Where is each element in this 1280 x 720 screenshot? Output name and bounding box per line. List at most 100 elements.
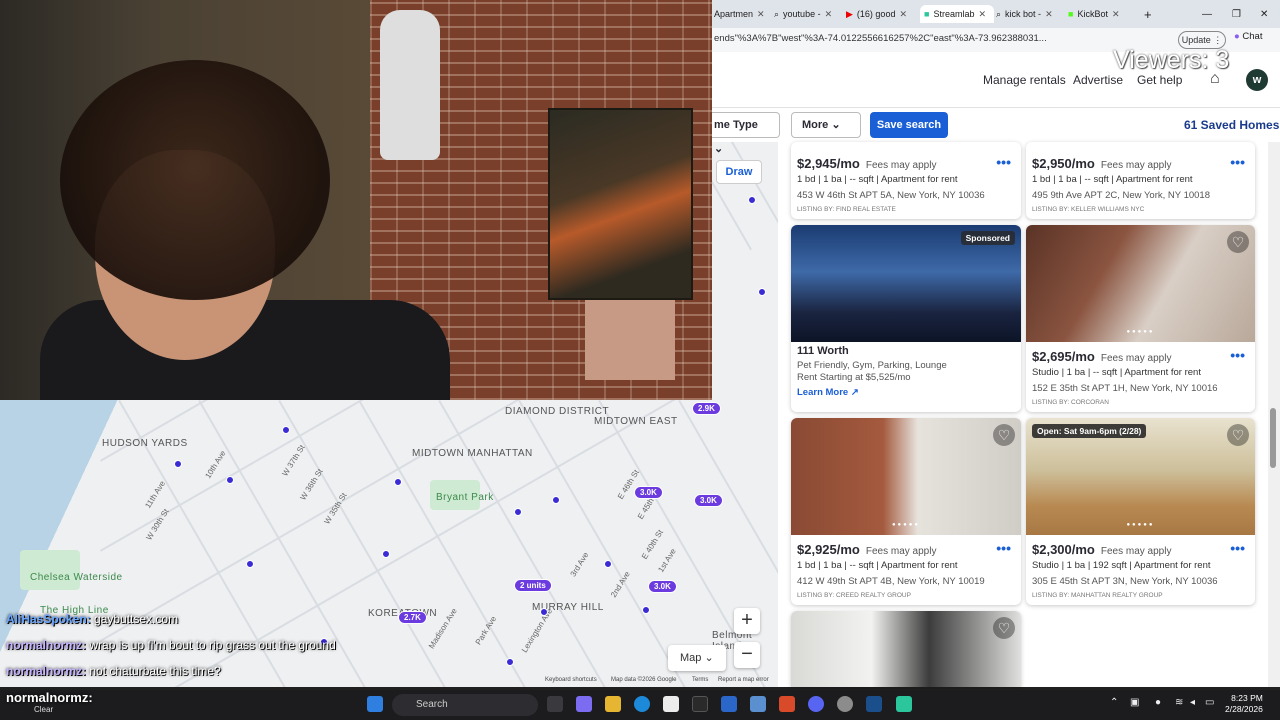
listing-card[interactable]: ♡ bbox=[791, 611, 1021, 687]
learn-more-link[interactable]: Learn More ↗ bbox=[797, 387, 859, 398]
listing-card[interactable]: ♡ ●●●●● $2,695/mo Fees may apply ••• Stud… bbox=[1026, 225, 1255, 412]
close-icon[interactable]: ✕ bbox=[825, 9, 833, 20]
terms-link[interactable]: Terms bbox=[692, 677, 708, 683]
map-pin[interactable] bbox=[174, 460, 182, 468]
maximize-icon[interactable]: ❐ bbox=[1232, 5, 1241, 23]
heart-icon[interactable]: ♡ bbox=[1227, 231, 1249, 253]
browser-tab[interactable]: ⌕ kick bot - ✕ bbox=[996, 5, 1062, 23]
map-pin[interactable] bbox=[642, 606, 650, 614]
saved-homes-link[interactable]: 61 Saved Homes bbox=[1184, 118, 1279, 132]
scrollbar-thumb[interactable] bbox=[1270, 408, 1276, 468]
app-icon[interactable] bbox=[750, 696, 766, 712]
close-icon[interactable]: ✕ bbox=[1045, 9, 1053, 20]
url-text[interactable]: ends"%3A%7B"west"%3A-74.0122556616257%2C… bbox=[714, 33, 1047, 44]
browser-tab-bar: Apartmen ✕ ⌕ youtube - ✕ ▶ (16) good ✕ ■ Strea… bbox=[712, 0, 1280, 28]
keyboard-shortcuts-link[interactable]: Keyboard shortcuts bbox=[545, 677, 597, 683]
listing-card[interactable]: ♡ ●●●●● $2,925/mo Fees may apply ••• 1 bd… bbox=[791, 418, 1021, 605]
map-pin[interactable] bbox=[552, 496, 560, 504]
listing-card[interactable]: Open: Sat 9am-6pm (2/28) ♡ ●●●●● $2,300/… bbox=[1026, 418, 1255, 605]
clock[interactable]: 8:23 PM 2/28/2026 bbox=[1225, 693, 1263, 715]
store-icon[interactable] bbox=[663, 696, 679, 712]
map-pin[interactable] bbox=[382, 550, 390, 558]
browser-tab-active[interactable]: ■ Streamlab ✕ bbox=[920, 5, 994, 23]
avatar[interactable]: w bbox=[1246, 69, 1268, 91]
nav-manage-rentals[interactable]: Manage rentals bbox=[983, 73, 1066, 87]
browser-tab[interactable]: Apartmen ✕ bbox=[714, 5, 782, 23]
listing-address[interactable]: 495 9th Ave APT 2C, New York, NY 10018 bbox=[1032, 190, 1210, 201]
listing-fee: Fees may apply bbox=[865, 160, 937, 171]
start-icon[interactable] bbox=[367, 696, 383, 712]
discord-icon[interactable] bbox=[808, 696, 824, 712]
heart-icon[interactable]: ♡ bbox=[993, 617, 1015, 639]
map-pin[interactable] bbox=[282, 426, 290, 434]
map-price-badge[interactable]: 3.0K bbox=[694, 494, 723, 507]
nav-advertise[interactable]: Advertise bbox=[1073, 73, 1123, 87]
more-options-icon[interactable]: ••• bbox=[1230, 154, 1245, 170]
tray-icon[interactable]: ▣ bbox=[1130, 697, 1139, 708]
sponsored-card[interactable]: Sponsored 111 Worth Pet Friendly, Gym, P… bbox=[791, 225, 1021, 412]
more-options-icon[interactable]: ••• bbox=[996, 154, 1011, 170]
new-tab-button[interactable]: + bbox=[1144, 5, 1152, 23]
settings-icon[interactable] bbox=[837, 696, 853, 712]
listing-address[interactable]: 152 E 35th St APT 1H, New York, NY 10016 bbox=[1032, 383, 1218, 394]
chevron-down-icon: ⌄ bbox=[704, 652, 714, 664]
report-map-error-link[interactable]: Report a map error bbox=[718, 677, 769, 683]
close-icon[interactable]: ✕ bbox=[899, 9, 907, 20]
map-pin[interactable] bbox=[514, 508, 522, 516]
listing-address[interactable]: 453 W 46th St APT 5A, New York, NY 10036 bbox=[797, 190, 985, 201]
map-pin[interactable] bbox=[246, 560, 254, 568]
heart-icon[interactable]: ♡ bbox=[993, 424, 1015, 446]
wifi-icon[interactable]: ≋ bbox=[1175, 697, 1183, 708]
map-pin[interactable] bbox=[540, 608, 548, 616]
browser-tab[interactable]: ■ KickBot ✕ bbox=[1068, 5, 1132, 23]
listing-card[interactable]: $2,945/mo Fees may apply ••• 1 bd | 1 ba … bbox=[791, 142, 1021, 219]
draw-button[interactable]: Draw bbox=[716, 160, 762, 184]
window-close-icon[interactable]: ✕ bbox=[1260, 5, 1268, 23]
streamlabs-icon[interactable] bbox=[896, 696, 912, 712]
obs-icon[interactable] bbox=[692, 696, 708, 712]
more-filter[interactable]: More ⌄ bbox=[791, 112, 861, 138]
browser-tab[interactable]: ▶ (16) good ✕ bbox=[846, 5, 916, 23]
save-search-button[interactable]: Save search bbox=[870, 112, 948, 138]
close-icon[interactable]: ✕ bbox=[757, 9, 765, 20]
app-icon[interactable] bbox=[779, 696, 795, 712]
listing-card[interactable]: $2,950/mo Fees may apply ••• 1 bd | 1 ba … bbox=[1026, 142, 1255, 219]
map-price-badge[interactable]: 3.0K bbox=[634, 486, 663, 499]
close-icon[interactable]: ✕ bbox=[1112, 9, 1120, 20]
map-price-badge[interactable]: 2 units bbox=[514, 579, 552, 592]
steam-icon[interactable] bbox=[866, 696, 882, 712]
volume-icon[interactable]: ◂ bbox=[1190, 697, 1195, 708]
map-pin[interactable] bbox=[506, 658, 514, 666]
map-pin[interactable] bbox=[226, 476, 234, 484]
more-options-icon[interactable]: ••• bbox=[1230, 347, 1245, 363]
tray-chevron-icon[interactable]: ⌃ bbox=[1110, 697, 1118, 708]
app-icon[interactable] bbox=[721, 696, 737, 712]
home-type-filter[interactable]: me Type ⌄ bbox=[712, 112, 780, 155]
map-price-badge[interactable]: 2.9K bbox=[692, 402, 721, 415]
taskbar-search[interactable]: Search bbox=[392, 694, 538, 716]
copilot-icon[interactable] bbox=[576, 696, 592, 712]
zoom-out-button[interactable]: − bbox=[734, 642, 760, 668]
zoom-in-button[interactable]: + bbox=[734, 608, 760, 634]
task-view-icon[interactable] bbox=[547, 696, 563, 712]
minimize-icon[interactable]: — bbox=[1202, 5, 1212, 23]
close-icon[interactable]: ✕ bbox=[978, 9, 986, 20]
microphone-icon[interactable]: ● bbox=[1155, 697, 1161, 708]
nav-get-help[interactable]: Get help bbox=[1137, 73, 1182, 87]
map-pin[interactable] bbox=[604, 560, 612, 568]
edge-icon[interactable] bbox=[634, 696, 650, 712]
browser-tab[interactable]: ⌕ youtube - ✕ bbox=[774, 5, 844, 23]
map-price-badge[interactable]: 2.7K bbox=[398, 611, 427, 624]
map-pin[interactable] bbox=[394, 478, 402, 486]
more-options-icon[interactable]: ••• bbox=[996, 540, 1011, 556]
more-options-icon[interactable]: ••• bbox=[1230, 540, 1245, 556]
map-type-select[interactable]: Map ⌄ bbox=[668, 645, 726, 671]
battery-icon[interactable]: ▭ bbox=[1205, 697, 1214, 708]
heart-icon[interactable]: ♡ bbox=[1227, 424, 1249, 446]
file-explorer-icon[interactable] bbox=[605, 696, 621, 712]
chat-button[interactable]: ● Chat bbox=[1234, 31, 1262, 42]
listing-address[interactable]: 305 E 45th St APT 3N, New York, NY 10036 bbox=[1032, 576, 1218, 587]
listing-address[interactable]: 412 W 49th St APT 4B, New York, NY 10019 bbox=[797, 576, 985, 587]
map-price-badge[interactable]: 3.0K bbox=[648, 580, 677, 593]
map-type-label: Map bbox=[680, 652, 702, 664]
